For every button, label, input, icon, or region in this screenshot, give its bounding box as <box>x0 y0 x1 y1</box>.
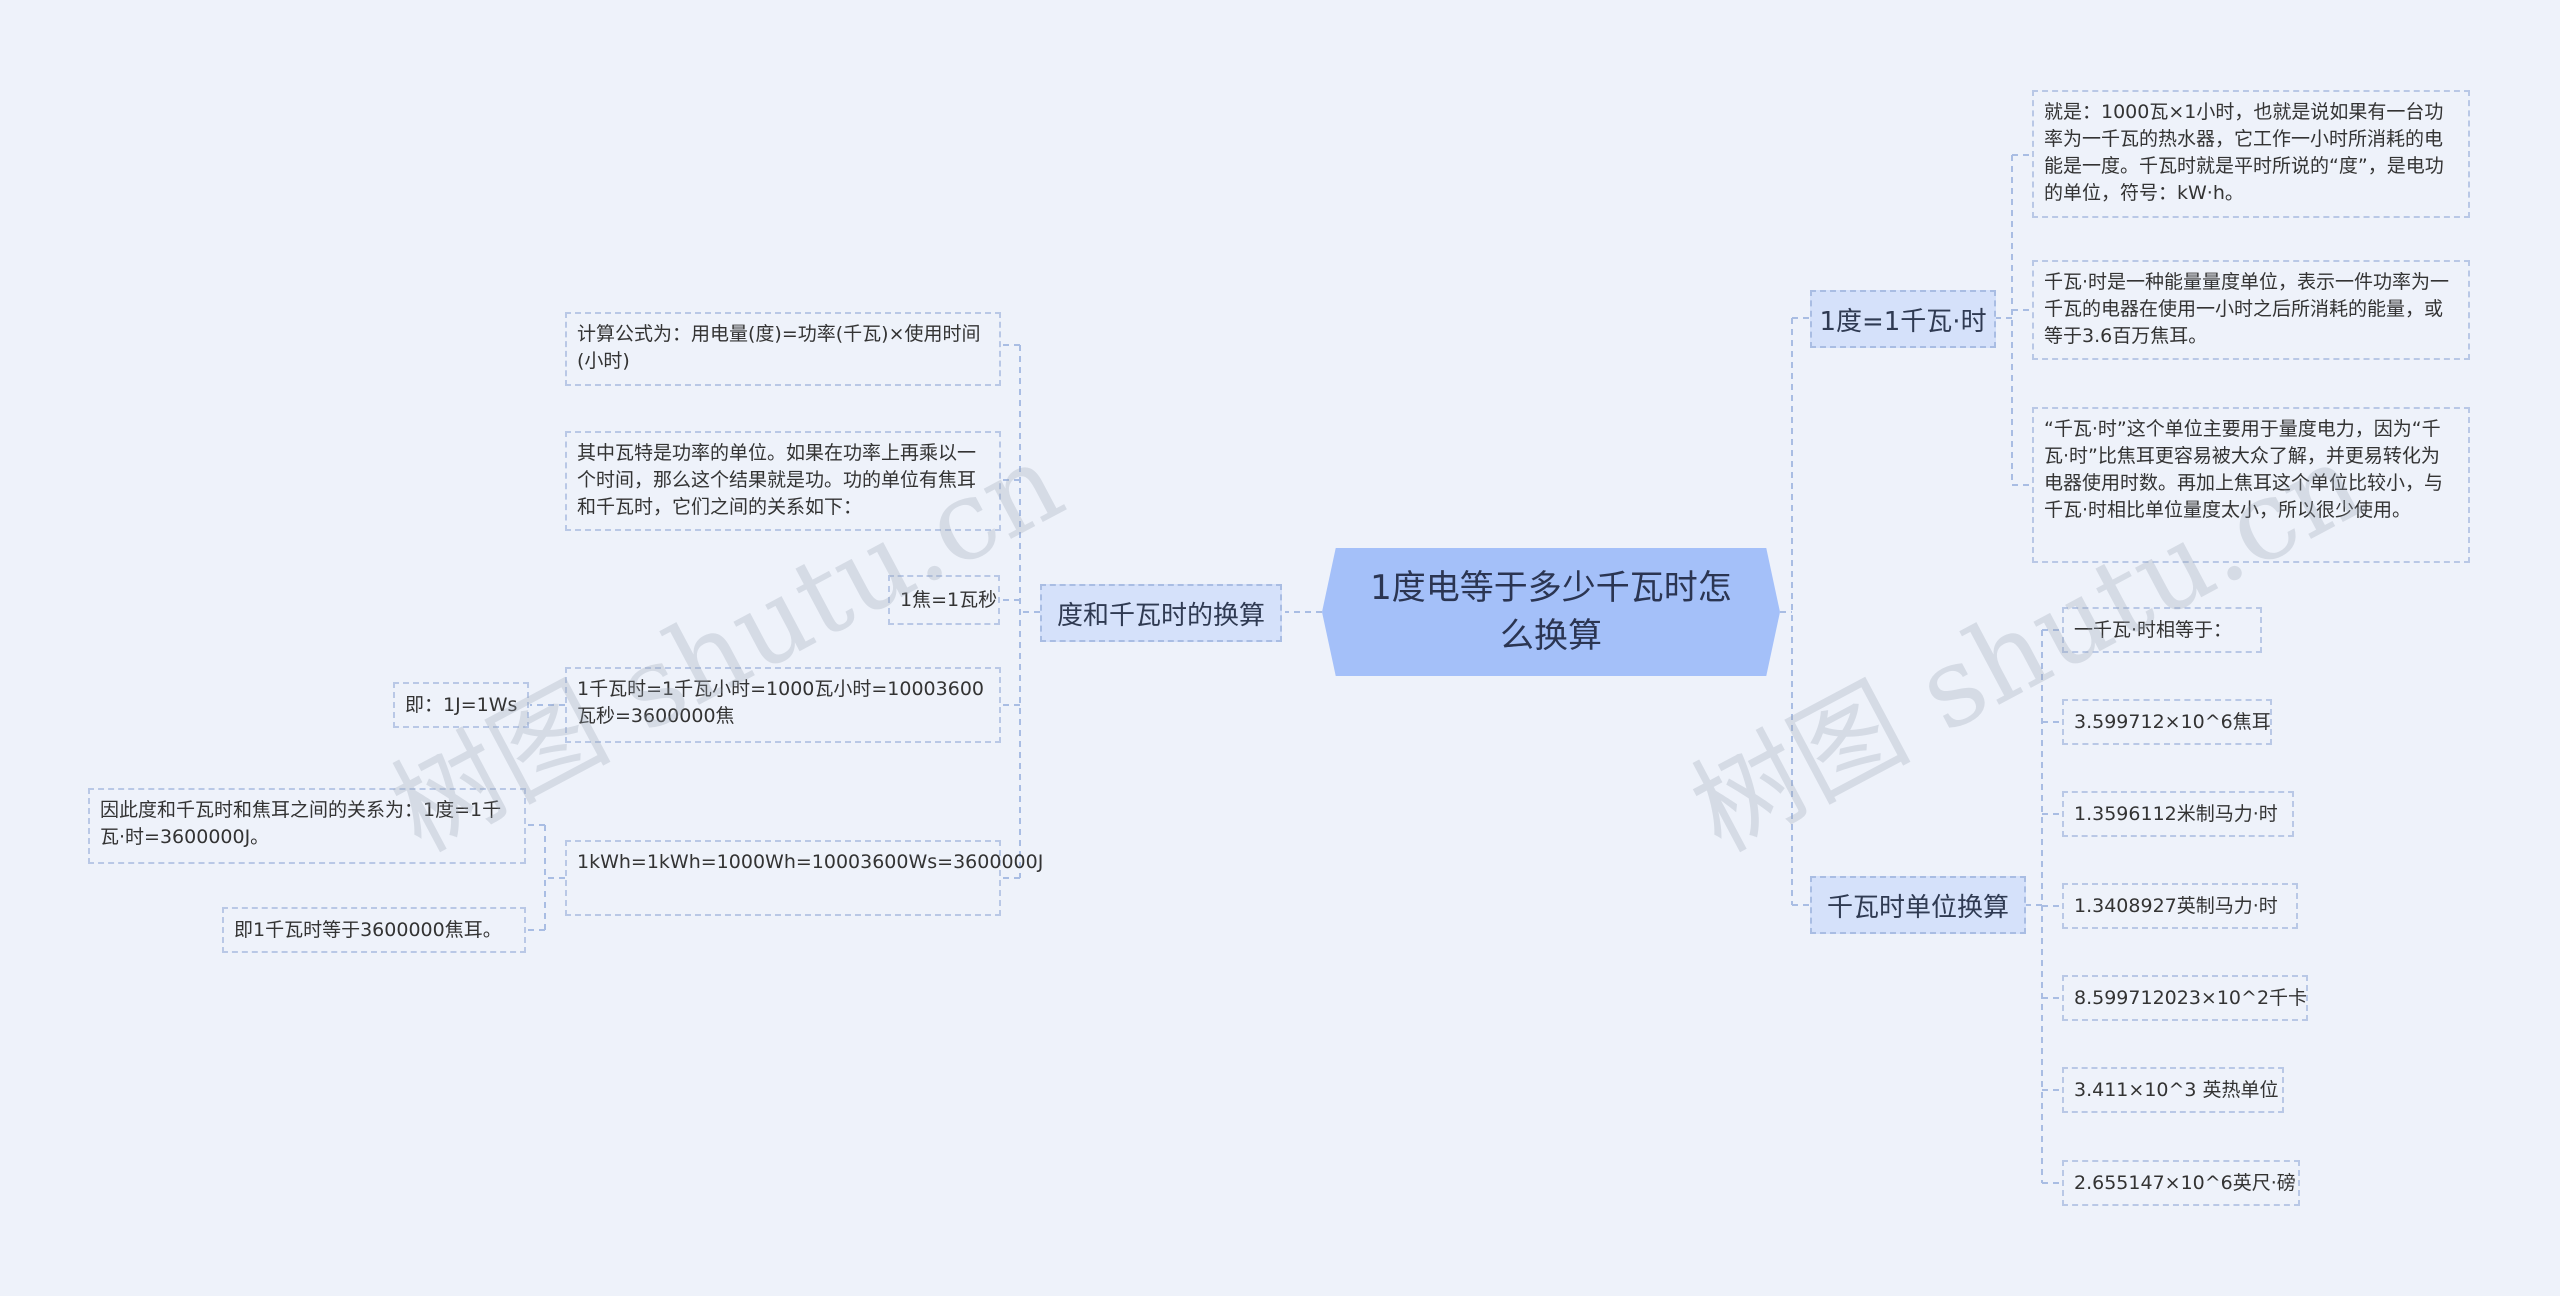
leaf-formula[interactable]: 计算公式为：用电量(度)=功率(千瓦)×使用时间(小时) <box>565 312 1001 386</box>
topic-1-degree-kwh-title: 1度=1千瓦·时 <box>1819 306 1987 337</box>
leaf-definition[interactable]: 就是：1000瓦×1小时，也就是说如果有一台功率为一千瓦的热水器，它工作一小时所… <box>2032 90 2470 218</box>
leaf-energy-unit[interactable]: 千瓦·时是一种能量量度单位，表示一件功率为一千瓦的电器在使用一小时之后所消耗的能… <box>2032 260 2470 360</box>
leaf-kwh-equals-joules[interactable]: 即1千瓦时等于3600000焦耳。 <box>222 907 526 953</box>
mindmap-canvas: 1度电等于多少千瓦时怎么换算 度和千瓦时的换算 计算公式为：用电量(度)=功率(… <box>0 0 2560 1296</box>
leaf-equals-header[interactable]: 一千瓦·时相等于： <box>2062 607 2262 653</box>
leaf-kwh-j[interactable]: 1kWh=1kWh=1000Wh=10003600Ws=3600000J <box>565 840 1043 916</box>
leaf-joules-value-text: 3.599712×10^6焦耳 <box>2074 710 2271 733</box>
topic-1-degree-kwh[interactable]: 1度=1千瓦·时 <box>1810 290 1996 348</box>
leaf-kcal[interactable]: 8.599712023×10^2千卡 <box>2062 975 2308 1021</box>
leaf-formula-text: 计算公式为：用电量(度)=功率(千瓦)×使用时间(小时) <box>577 323 981 372</box>
leaf-joules-value[interactable]: 3.599712×10^6焦耳 <box>2062 699 2272 745</box>
root-title: 1度电等于多少千瓦时怎么换算 <box>1370 568 1732 656</box>
leaf-joule-watt-second-text: 1焦=1瓦秒 <box>900 588 998 611</box>
topic-kwh-unit-conversion-title: 千瓦时单位换算 <box>1826 892 2009 923</box>
leaf-btu-text: 3.411×10^3 英热单位 <box>2074 1078 2279 1101</box>
leaf-kwh-equals-joules-text: 即1千瓦时等于3600000焦耳。 <box>234 918 502 941</box>
leaf-metric-hp-text: 1.3596112米制马力·时 <box>2074 802 2278 825</box>
topic-kwh-unit-conversion[interactable]: 千瓦时单位换算 <box>1810 876 2026 934</box>
topic-kwh-conversion-title: 度和千瓦时的换算 <box>1056 600 1265 631</box>
root-topic[interactable]: 1度电等于多少千瓦时怎么换算 <box>1322 548 1780 676</box>
leaf-joule-watt-second[interactable]: 1焦=1瓦秒 <box>888 575 1000 625</box>
leaf-foot-pound[interactable]: 2.655147×10^6英尺·磅 <box>2062 1160 2300 1206</box>
leaf-watt-explanation[interactable]: 其中瓦特是功率的单位。如果在功率上再乘以一个时间，那么这个结果就是功。功的单位有… <box>565 431 1001 531</box>
leaf-foot-pound-text: 2.655147×10^6英尺·磅 <box>2074 1171 2296 1194</box>
leaf-relation[interactable]: 因此度和千瓦时和焦耳之间的关系为：1度=1千瓦·时=3600000J。 <box>88 788 526 864</box>
topic-kwh-conversion[interactable]: 度和千瓦时的换算 <box>1040 584 1282 642</box>
leaf-energy-unit-text: 千瓦·时是一种能量量度单位，表示一件功率为一千瓦的电器在使用一小时之后所消耗的能… <box>2044 271 2450 347</box>
leaf-kcal-text: 8.599712023×10^2千卡 <box>2074 986 2308 1009</box>
leaf-kwh-joules[interactable]: 1千瓦时=1千瓦小时=1000瓦小时=10003600瓦秒=3600000焦 <box>565 667 1001 743</box>
leaf-relation-text: 因此度和千瓦时和焦耳之间的关系为：1度=1千瓦·时=3600000J。 <box>100 799 502 848</box>
leaf-imperial-hp-text: 1.3408927英制马力·时 <box>2074 894 2278 917</box>
leaf-1j-1ws[interactable]: 即：1J=1Ws <box>393 682 529 728</box>
leaf-btu[interactable]: 3.411×10^3 英热单位 <box>2062 1067 2284 1113</box>
leaf-imperial-hp[interactable]: 1.3408927英制马力·时 <box>2062 883 2298 929</box>
leaf-1j-1ws-text: 即：1J=1Ws <box>405 693 518 716</box>
leaf-equals-header-text: 一千瓦·时相等于： <box>2074 618 2233 641</box>
leaf-definition-text: 就是：1000瓦×1小时，也就是说如果有一台功率为一千瓦的热水器，它工作一小时所… <box>2044 101 2444 204</box>
leaf-usage-text: “千瓦·时”这个单位主要用于量度电力，因为“千瓦·时”比焦耳更容易被大众了解，并… <box>2044 418 2444 521</box>
leaf-metric-hp[interactable]: 1.3596112米制马力·时 <box>2062 791 2294 837</box>
leaf-kwh-j-text: 1kWh=1kWh=1000Wh=10003600Ws=3600000J <box>577 851 1044 873</box>
leaf-usage[interactable]: “千瓦·时”这个单位主要用于量度电力，因为“千瓦·时”比焦耳更容易被大众了解，并… <box>2032 407 2470 563</box>
leaf-watt-explanation-text: 其中瓦特是功率的单位。如果在功率上再乘以一个时间，那么这个结果就是功。功的单位有… <box>577 442 977 518</box>
leaf-kwh-joules-text: 1千瓦时=1千瓦小时=1000瓦小时=10003600瓦秒=3600000焦 <box>577 678 984 727</box>
